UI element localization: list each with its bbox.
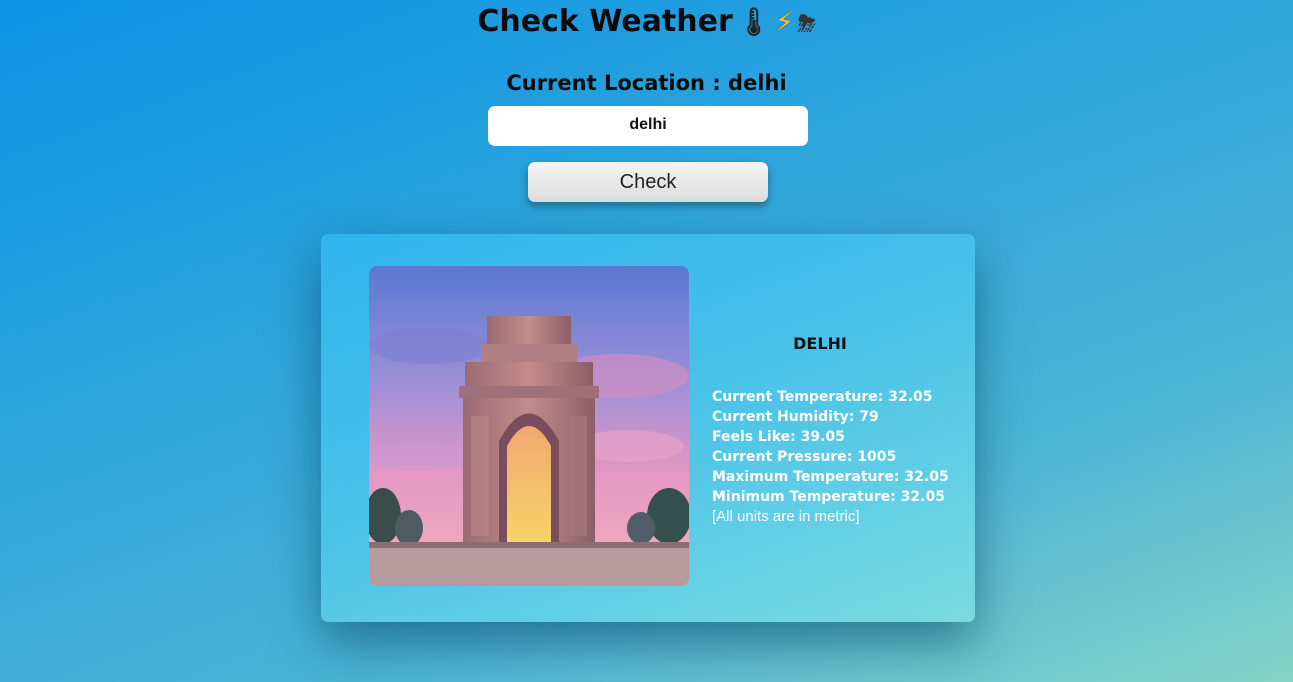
- lightning-icon: ⚡: [775, 7, 794, 38]
- thermometer-icon: 🌡: [736, 7, 772, 38]
- current-temperature: Current Temperature: 32.05: [712, 389, 933, 405]
- current-pressure: Current Pressure: 1005: [712, 449, 897, 465]
- storm-cloud-icon: ⛈: [798, 12, 816, 37]
- check-button[interactable]: Check: [528, 162, 768, 202]
- minimum-temperature: Minimum Temperature: 32.05: [712, 489, 945, 505]
- app-title: Check Weather 🌡 ⚡ ⛈: [0, 2, 1293, 45]
- maximum-temperature: Maximum Temperature: 32.05: [712, 469, 949, 485]
- current-humidity: Current Humidity: 79: [712, 409, 879, 425]
- weather-stats: Current Temperature: 32.05 Current Humid…: [712, 387, 949, 527]
- feels-like: Feels Like: 39.05: [712, 429, 845, 445]
- city-name: DELHI: [793, 334, 847, 353]
- current-location-heading: Current Location : delhi: [506, 71, 787, 95]
- app-title-text: Check Weather: [477, 4, 733, 39]
- weather-card: DELHI Current Temperature: 32.05 Current…: [321, 234, 975, 622]
- city-input[interactable]: [488, 106, 808, 146]
- units-note: [All units are in metric]: [712, 508, 860, 525]
- city-photo: [369, 266, 689, 586]
